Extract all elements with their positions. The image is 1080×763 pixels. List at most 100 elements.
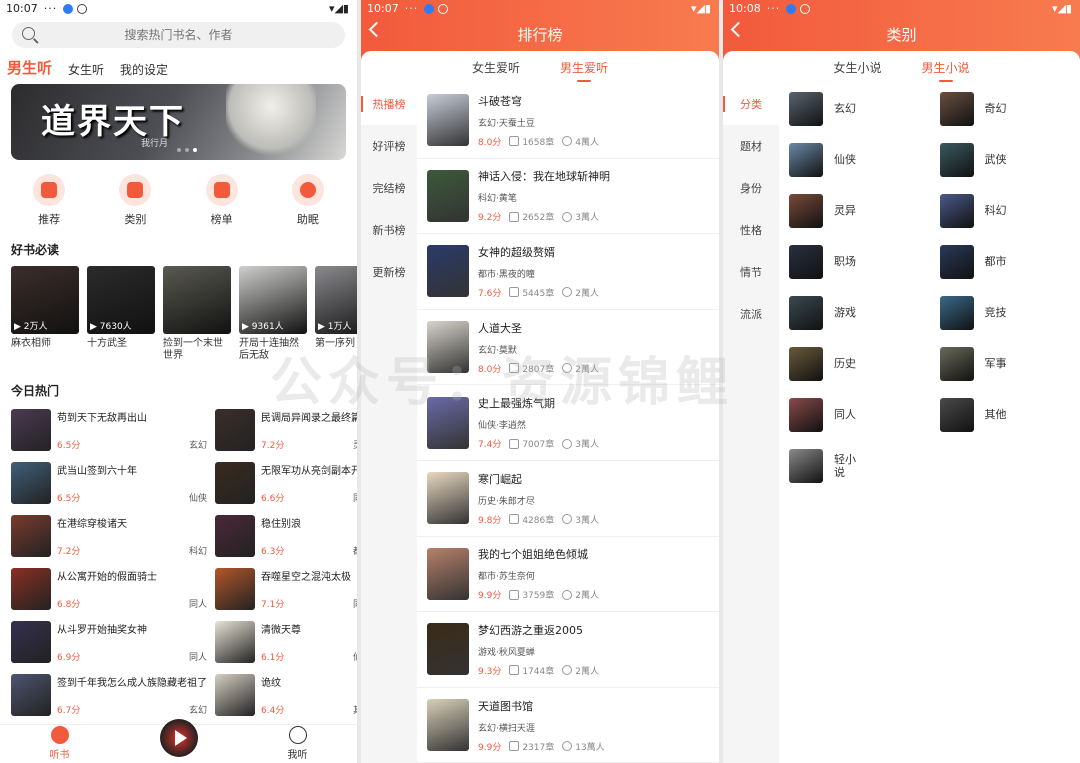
book-listeners: 3萬人 <box>575 440 599 451</box>
sleep-icon <box>291 174 324 206</box>
quick-label: 推荐 <box>38 213 61 226</box>
category-item[interactable]: 军事 <box>930 338 1080 389</box>
app-notification-icon <box>63 3 74 14</box>
book-card[interactable]: ▶ 2万人 麻衣相师 <box>11 266 79 362</box>
category-item[interactable]: 都市 <box>930 236 1080 287</box>
listeners-icon <box>562 136 573 147</box>
ranking-panel: 女生爱听 男生爱听 热播榜 好评榜 完结榜 新书榜 更新榜 斗破苍穹 玄幻·天蚕土豆 8.0… <box>361 51 719 763</box>
category-cover <box>789 448 823 483</box>
book-listen-count: ▶ 1万人 <box>318 322 352 332</box>
book-score: 9.8分 <box>478 515 502 526</box>
category-item[interactable]: 仙侠 <box>779 134 930 185</box>
list-item[interactable]: 清微天尊 6.1分 仙侠 <box>215 621 357 663</box>
category-item[interactable]: 历史 <box>779 338 930 389</box>
book-card[interactable]: ▶ 7630人 十方武圣 <box>87 266 155 362</box>
category-item[interactable]: 竞技 <box>930 287 1080 338</box>
list-item[interactable]: 稳住别浪 6.3分 都市 <box>215 515 357 557</box>
list-item[interactable]: 吞噬星空之混沌太极 7.1分 同人 <box>215 568 357 610</box>
category-label: 玄幻 <box>834 102 856 115</box>
list-item[interactable]: 在港综穿梭诸天 7.2分 科幻 <box>11 515 207 557</box>
tab-male-love[interactable]: 男生爱听 <box>560 59 608 82</box>
book-chapters: 4286章 <box>522 515 555 526</box>
hot-today-title: 今日热门 <box>11 384 60 398</box>
nav-listen-books[interactable]: 听书 <box>30 726 90 763</box>
table-row[interactable]: 女神的超级赘婿 都市·黑夜的瞳 7.6分 5445章 2萬人 <box>417 234 719 310</box>
category-item[interactable]: 奇幻 <box>930 83 1080 134</box>
category-cover <box>939 244 974 279</box>
nav-player[interactable] <box>149 719 209 763</box>
table-row[interactable]: 人道大圣 玄幻·莫默 8.0分 2807章 2萬人 <box>417 310 719 386</box>
category-item[interactable]: 科幻 <box>930 185 1080 236</box>
category-item[interactable]: 同人 <box>779 389 930 440</box>
table-row[interactable]: 史上最强炼气期 仙侠·李逍然 7.4分 7007章 3萬人 <box>417 385 719 461</box>
book-score: 9.2分 <box>478 213 502 224</box>
category-item[interactable]: 武侠 <box>930 134 1080 185</box>
menu-item[interactable]: 身份 <box>723 167 779 209</box>
category-cover <box>939 142 974 177</box>
book-category: 都市 <box>353 544 357 557</box>
table-row[interactable]: 斗破苍穹 玄幻·天蚕土豆 8.0分 1658章 4萬人 <box>417 83 719 159</box>
table-row[interactable]: 寒门崛起 历史·朱郎才尽 9.8分 4286章 3萬人 <box>417 461 719 537</box>
search-bar[interactable] <box>12 22 345 48</box>
book-title: 梦幻西游之重返2005 <box>478 623 583 637</box>
hot-today-list: 苟到天下无敌再出山6.5分玄幻民调局异闻录之最终篇章7.2分灵异武当山签到六十年… <box>11 409 357 716</box>
book-category: 灵异 <box>353 438 357 451</box>
book-card[interactable]: ▶ 1万人 第一序列 <box>315 266 357 362</box>
status-time: 10:07 <box>6 2 38 15</box>
category-cover <box>789 193 823 228</box>
search-input[interactable] <box>12 27 345 43</box>
tab-female-novel[interactable]: 女生小说 <box>833 59 881 76</box>
bottom-nav: 听书 我听 <box>0 719 357 763</box>
tab-male[interactable]: 男生听 <box>7 57 52 78</box>
menu-item[interactable]: 热播榜 <box>361 83 417 125</box>
book-genre-author: 玄幻·横扫天涯 <box>478 723 535 734</box>
banner[interactable]: 道界天下 我行月 <box>11 84 346 160</box>
table-row[interactable]: 我的七个姐姐绝色倾城 都市·苏生奈何 9.9分 3759章 2萬人 <box>417 537 719 613</box>
menu-item[interactable]: 更新榜 <box>361 251 417 293</box>
book-meta: 9.8分 4286章 3萬人 <box>478 513 719 526</box>
table-row[interactable]: 梦幻西游之重返2005 游戏·秋风夏蝉 9.3分 1744章 2萬人 <box>417 612 719 688</box>
menu-item[interactable]: 题材 <box>723 125 779 167</box>
quick-ranking[interactable]: 榜单 <box>192 174 252 227</box>
tab-male-novel[interactable]: 男生小说 <box>922 59 970 82</box>
list-item[interactable]: 签到千年我怎么成人族隐藏老祖了 6.7分 玄幻 <box>11 674 207 716</box>
tab-my-settings[interactable]: 我的设定 <box>120 61 168 78</box>
list-item[interactable]: 从斗罗开始抽奖女神 6.9分 同人 <box>11 621 207 663</box>
list-item[interactable]: 武当山签到六十年 6.5分 仙侠 <box>11 462 207 504</box>
chapters-icon <box>509 363 520 374</box>
list-item[interactable]: 民调局异闻录之最终篇章 7.2分 灵异 <box>215 409 357 451</box>
category-cover <box>789 397 823 432</box>
list-item[interactable]: 诡纹 6.4分 其他 <box>215 674 357 716</box>
menu-item[interactable]: 分类 <box>723 83 779 125</box>
tab-female[interactable]: 女生听 <box>68 61 104 78</box>
tab-female-love[interactable]: 女生爱听 <box>472 59 520 76</box>
menu-item[interactable]: 情节 <box>723 251 779 293</box>
menu-item[interactable]: 新书榜 <box>361 209 417 251</box>
table-row[interactable]: 神话入侵：我在地球斩神明 科幻·黄笔 9.2分 2652章 3萬人 <box>417 159 719 235</box>
list-item[interactable]: 苟到天下无敌再出山 6.5分 玄幻 <box>11 409 207 451</box>
listeners-icon <box>562 438 573 449</box>
menu-item[interactable]: 性格 <box>723 209 779 251</box>
category-item[interactable]: 轻小说 <box>779 440 930 491</box>
quick-recommend[interactable]: 推荐 <box>19 174 79 227</box>
list-item[interactable]: 无限军功从亮剑副本开始 6.6分 同人 <box>215 462 357 504</box>
quick-category[interactable]: 类别 <box>105 174 165 227</box>
book-cover: ▶ 2万人 <box>11 266 79 334</box>
quick-sleep[interactable]: 助眠 <box>278 174 338 227</box>
chapters-icon <box>509 287 520 298</box>
book-genre-author: 仙侠·李逍然 <box>478 421 526 432</box>
category-item[interactable]: 灵异 <box>779 185 930 236</box>
book-card[interactable]: ▶ 9361人 开局十连抽然后无敌 <box>239 266 307 362</box>
category-item[interactable]: 游戏 <box>779 287 930 338</box>
list-item[interactable]: 从公寓开始的假面骑士 6.8分 同人 <box>11 568 207 610</box>
book-card[interactable]: 捡到一个末世世界 <box>163 266 231 362</box>
table-row[interactable]: 天道图书馆 玄幻·横扫天涯 9.9分 2317章 13萬人 <box>417 688 719 763</box>
menu-item[interactable]: 好评榜 <box>361 125 417 167</box>
category-item[interactable]: 玄幻 <box>779 83 930 134</box>
category-item[interactable]: 职场 <box>779 236 930 287</box>
ranking-icon <box>205 174 238 206</box>
category-item[interactable]: 其他 <box>930 389 1080 440</box>
menu-item[interactable]: 完结榜 <box>361 167 417 209</box>
nav-my-listen[interactable]: 我听 <box>268 726 328 763</box>
menu-item[interactable]: 流派 <box>723 293 779 335</box>
